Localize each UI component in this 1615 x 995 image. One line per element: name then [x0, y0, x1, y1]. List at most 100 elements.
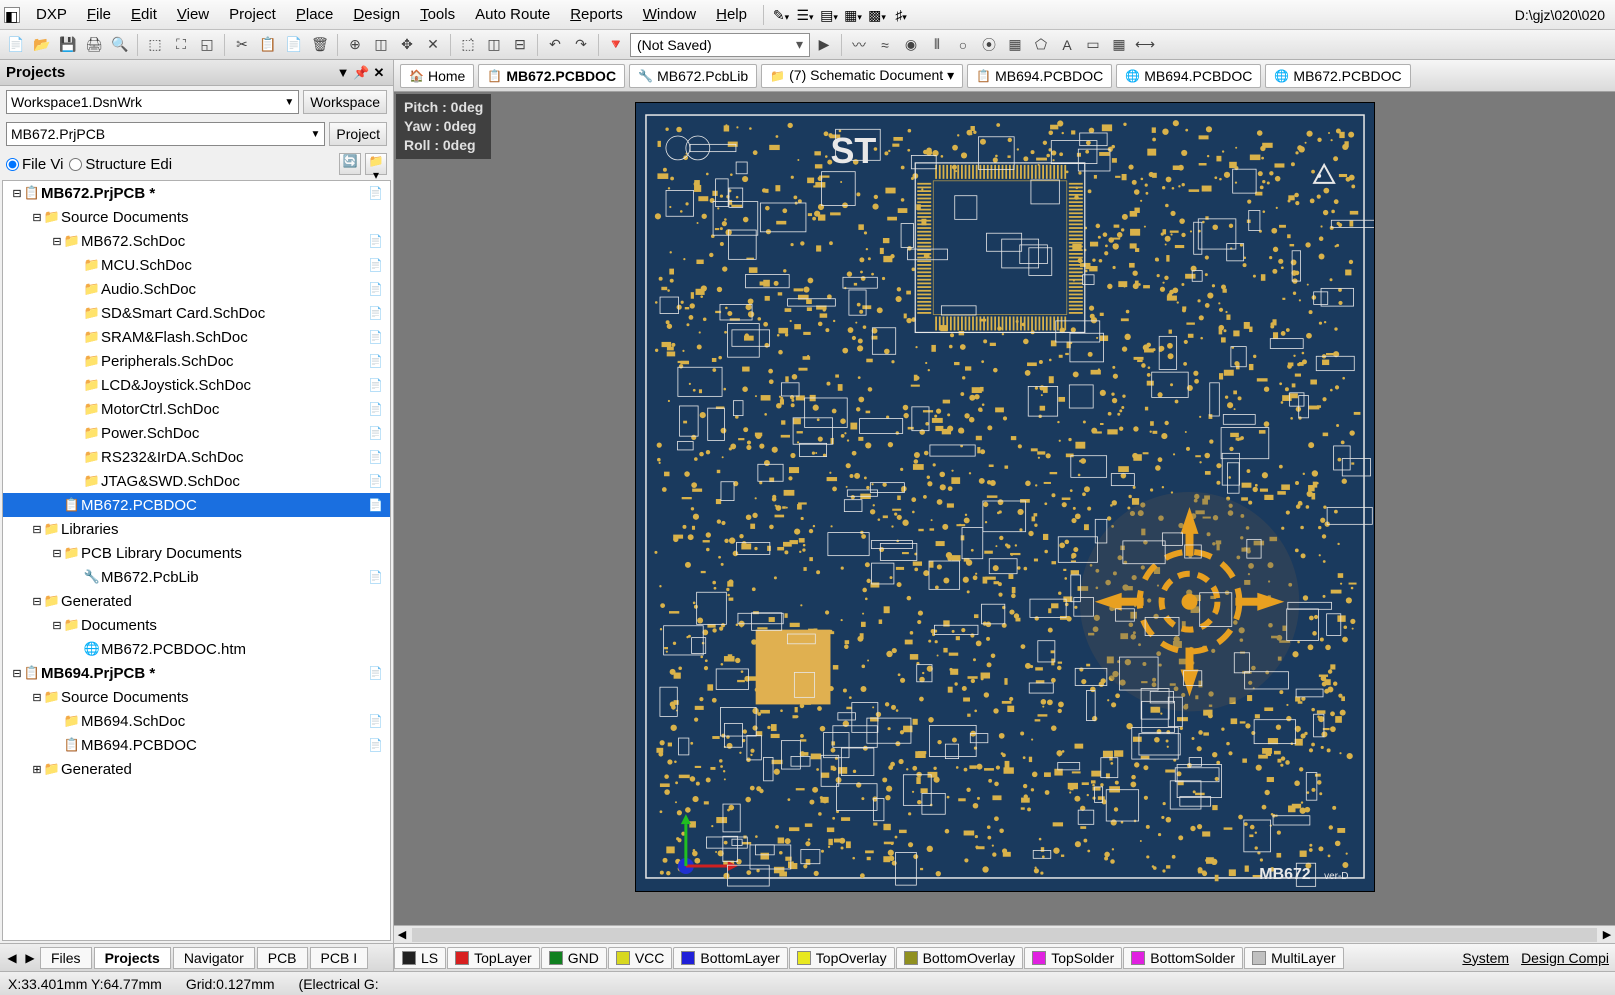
layer-tab-topoverlay[interactable]: TopOverlay [789, 947, 895, 969]
tab-scroll-left[interactable]: ◀ [4, 951, 20, 965]
expander-icon[interactable]: ⊟ [11, 667, 23, 680]
expander-icon[interactable]: ⊟ [31, 523, 43, 536]
redo-button[interactable]: ↷ [569, 33, 593, 57]
project-tree[interactable]: ⊟📋MB672.PrjPCB *📄⊟📁Source Documents⊟📁MB6… [2, 180, 391, 941]
scroll-right-icon[interactable]: ▶ [1599, 928, 1615, 941]
panel-title-bar[interactable]: Projects ▼ 📌 ✕ [0, 60, 393, 86]
panel-pin-icon[interactable]: 📌 [353, 65, 369, 81]
cut-button[interactable]: ✂ [230, 33, 254, 57]
paste-button[interactable]: 📄 [282, 33, 306, 57]
tree-item-mcu-schdoc[interactable]: 📁MCU.SchDoc📄 [3, 253, 390, 277]
doc-tab-mb672-pcblib[interactable]: 🔧MB672.PcbLib [629, 64, 757, 88]
layer-tab-vcc[interactable]: VCC [608, 947, 673, 969]
snap-grid-icon[interactable]: ♯▾ [890, 4, 912, 26]
print-preview-button[interactable]: 🔍 [108, 33, 132, 57]
system-menu-system[interactable]: System [1462, 950, 1509, 966]
project-field[interactable]: MB672.PrjPCB [6, 122, 325, 146]
tree-item-mb694-pcbdoc[interactable]: 📋MB694.PCBDOC📄 [3, 733, 390, 757]
array-button[interactable]: ▦ [1107, 33, 1131, 57]
via-button[interactable]: ◉ [899, 33, 923, 57]
select-inside-button[interactable]: ⬚̇ [456, 33, 480, 57]
tree-item-source-documents[interactable]: ⊟📁Source Documents [3, 685, 390, 709]
layer-tab-bottomsolder[interactable]: BottomSolder [1123, 947, 1243, 969]
menu-project[interactable]: Project [219, 2, 286, 27]
tree-item-pcb-library-documents[interactable]: ⊟📁PCB Library Documents [3, 541, 390, 565]
h-scrollbar[interactable]: ◀ ▶ [394, 925, 1615, 943]
panel-tab-files[interactable]: Files [40, 947, 92, 969]
panel-tab-navigator[interactable]: Navigator [173, 947, 255, 969]
menu-file[interactable]: File [77, 2, 121, 27]
tree-item-source-documents[interactable]: ⊟📁Source Documents [3, 205, 390, 229]
tree-item-mb672-schdoc[interactable]: ⊟📁MB672.SchDoc📄 [3, 229, 390, 253]
tree-item-lcd-joystick-schdoc[interactable]: 📁LCD&Joystick.SchDoc📄 [3, 373, 390, 397]
move-button[interactable]: ✥ [395, 33, 419, 57]
multi-route-button[interactable]: ⦀ [925, 33, 949, 57]
menu-tools[interactable]: Tools [410, 2, 465, 27]
menu-dxp[interactable]: DXP [26, 2, 77, 27]
radio-file-view[interactable]: File Vi [6, 156, 63, 173]
layer-tab-gnd[interactable]: GND [541, 947, 607, 969]
tree-item-jtag-swd-schdoc[interactable]: 📁JTAG&SWD.SchDoc📄 [3, 469, 390, 493]
clear-button[interactable]: ✕ [421, 33, 445, 57]
menu-view[interactable]: View [167, 2, 219, 27]
copy-button[interactable]: 📋 [256, 33, 280, 57]
tree-item-generated[interactable]: ⊞📁Generated [3, 757, 390, 781]
delete-button[interactable]: 🗑 [308, 33, 332, 57]
string-button[interactable]: A [1055, 33, 1079, 57]
menu-window[interactable]: Window [633, 2, 706, 27]
system-menu-design-compi[interactable]: Design Compi [1521, 950, 1609, 966]
doc-tab-mb694-pcbdoc[interactable]: 🌐MB694.PCBDOC [1116, 64, 1261, 88]
route-mode-icon[interactable]: ✎▾ [770, 4, 792, 26]
expander-icon[interactable]: ⊟ [11, 187, 23, 200]
tree-item-mb672-prjpcb-[interactable]: ⊟📋MB672.PrjPCB *📄 [3, 181, 390, 205]
tree-item-audio-schdoc[interactable]: 📁Audio.SchDoc📄 [3, 277, 390, 301]
tree-item-mb694-prjpcb-[interactable]: ⊟📋MB694.PrjPCB *📄 [3, 661, 390, 685]
stack-icon[interactable]: ▤▾ [818, 4, 840, 26]
expander-icon[interactable]: ⊟ [31, 211, 43, 224]
expander-icon[interactable]: ⊞ [31, 763, 43, 776]
menu-design[interactable]: Design [343, 2, 410, 27]
layer-tab-topsolder[interactable]: TopSolder [1024, 947, 1122, 969]
zoom-selected-button[interactable]: ◱ [195, 33, 219, 57]
polygon-button[interactable]: ⬠ [1029, 33, 1053, 57]
panel-tab-pcb-i[interactable]: PCB I [310, 947, 369, 969]
workspace-dropdown[interactable]: Workspace1.DsnWrk [6, 90, 299, 114]
zoom-area-button[interactable]: ⬚ [143, 33, 167, 57]
tree-item-sram-flash-schdoc[interactable]: 📁SRAM&Flash.SchDoc📄 [3, 325, 390, 349]
expander-icon[interactable]: ⊟ [31, 595, 43, 608]
doc-tab-mb694-pcbdoc[interactable]: 📋MB694.PCBDOC [967, 64, 1112, 88]
place-via-button[interactable]: ⦿ [977, 33, 1001, 57]
radio-structure-view[interactable]: Structure Edi [69, 156, 172, 173]
tree-item-libraries[interactable]: ⊟📁Libraries [3, 517, 390, 541]
workspace-button[interactable]: Workspace [303, 90, 387, 114]
dimension-button[interactable]: ⟷ [1133, 33, 1157, 57]
tab-scroll-right[interactable]: ▶ [22, 951, 38, 965]
panel-menu-icon[interactable]: ▼ [335, 65, 351, 81]
tree-item-power-schdoc[interactable]: 📁Power.SchDoc📄 [3, 421, 390, 445]
project-button[interactable]: Project [329, 122, 387, 146]
doc-tab-mb672-pcbdoc[interactable]: 📋MB672.PCBDOC [478, 64, 625, 88]
tree-item-documents[interactable]: ⊟📁Documents [3, 613, 390, 637]
scroll-left-icon[interactable]: ◀ [394, 928, 410, 941]
doc-tab-home[interactable]: 🏠Home [400, 64, 474, 88]
layer-tab-bottomoverlay[interactable]: BottomOverlay [896, 947, 1024, 969]
menu-auto-route[interactable]: Auto Route [465, 2, 560, 27]
layer-color-icon[interactable]: ▦▾ [842, 4, 864, 26]
filter-expression-dropdown[interactable]: (Not Saved) [630, 33, 810, 57]
expander-icon[interactable]: ⊟ [31, 691, 43, 704]
align-icon[interactable]: ☰▾ [794, 4, 816, 26]
project-options-button[interactable]: 📁▾ [365, 153, 387, 175]
cross-select-button[interactable]: ⊕ [343, 33, 367, 57]
menu-help[interactable]: Help [706, 2, 757, 27]
doc-tab--7-schematic-document-[interactable]: 📁(7) Schematic Document ▾ [761, 64, 963, 88]
route-button[interactable]: 〰 [847, 33, 871, 57]
tree-item-mb672-pcbdoc[interactable]: 📋MB672.PCBDOC📄 [3, 493, 390, 517]
save-button[interactable]: 💾 [56, 33, 80, 57]
undo-button[interactable]: ↶ [543, 33, 567, 57]
filter-button[interactable]: 🔻 [604, 33, 628, 57]
panel-close-icon[interactable]: ✕ [371, 65, 387, 81]
layer-tab-bottomlayer[interactable]: BottomLayer [673, 947, 787, 969]
pcb-canvas-wrapper[interactable]: Pitch : 0deg Yaw : 0deg Roll : 0deg ST [394, 92, 1615, 925]
tree-item-generated[interactable]: ⊟📁Generated [3, 589, 390, 613]
expander-icon[interactable]: ⊟ [51, 547, 63, 560]
